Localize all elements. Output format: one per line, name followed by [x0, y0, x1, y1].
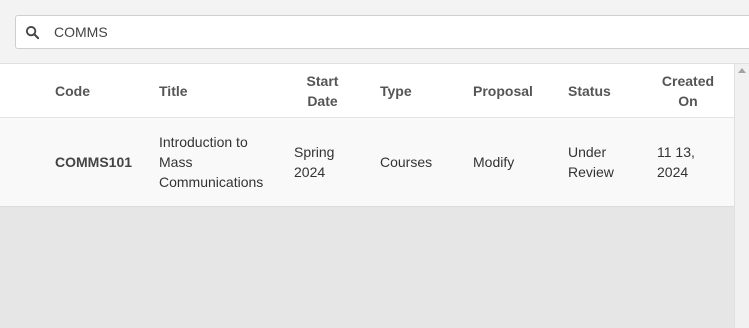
- search-icon: [25, 25, 40, 40]
- scroll-up-arrow-icon[interactable]: [738, 68, 746, 73]
- cell-created-on: 11 13, 2024: [657, 144, 695, 180]
- column-header-code[interactable]: Code: [55, 64, 145, 117]
- cell-proposal: Modify: [473, 154, 515, 170]
- table-header: Code Title Start Date Type Proposal Stat…: [0, 64, 734, 118]
- cell-status: Under Review: [568, 144, 614, 180]
- column-header-title[interactable]: Title: [159, 64, 279, 117]
- search-box[interactable]: [15, 15, 749, 49]
- column-header-created-on[interactable]: Created On: [657, 64, 719, 117]
- results-grid: Code Title Start Date Type Proposal Stat…: [0, 64, 734, 328]
- column-header-type[interactable]: Type: [380, 64, 460, 117]
- search-bar: [0, 0, 749, 64]
- empty-grid-area: [0, 207, 734, 328]
- column-header-start-date[interactable]: Start Date: [295, 64, 350, 117]
- column-header-proposal[interactable]: Proposal: [473, 64, 558, 117]
- column-header-status[interactable]: Status: [568, 64, 638, 117]
- table-row[interactable]: COMMS101 Introduction to Mass Communicat…: [0, 118, 734, 207]
- cell-start-date: Spring 2024: [294, 144, 335, 180]
- search-input[interactable]: [54, 22, 734, 42]
- cell-type: Courses: [380, 154, 433, 170]
- vertical-scrollbar[interactable]: [734, 64, 749, 328]
- cell-code: COMMS101: [55, 154, 133, 170]
- cell-title: Introduction to Mass Communications: [159, 134, 264, 190]
